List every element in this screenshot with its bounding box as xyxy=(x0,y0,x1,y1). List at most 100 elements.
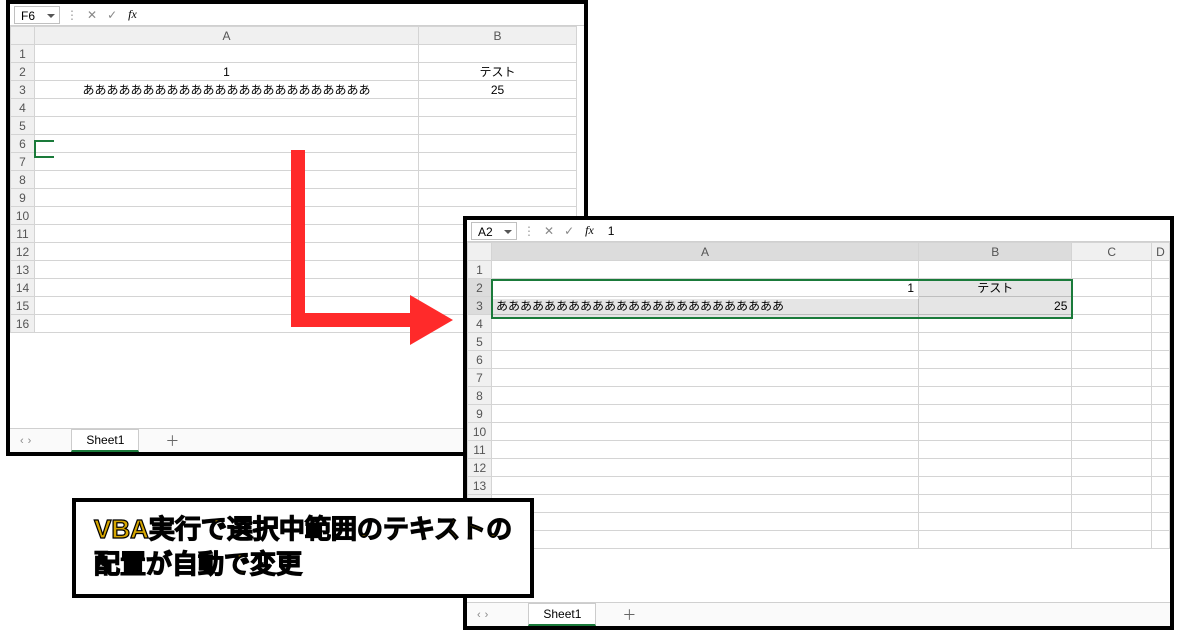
cell[interactable] xyxy=(491,531,918,549)
row-header[interactable]: 4 xyxy=(468,315,492,333)
cell[interactable] xyxy=(1151,459,1169,477)
cell[interactable] xyxy=(919,387,1072,405)
cell[interactable] xyxy=(1072,405,1152,423)
row-header[interactable]: 10 xyxy=(11,207,35,225)
cell[interactable] xyxy=(491,477,918,495)
col-header-A[interactable]: A xyxy=(35,27,419,45)
cell[interactable] xyxy=(35,189,419,207)
row-header[interactable]: 1 xyxy=(11,45,35,63)
grid-after[interactable]: A B C D 1 2 1 テスト 3 ああああああああああああああああああああ… xyxy=(467,242,1170,549)
prev-sheet-icon[interactable]: ‹ xyxy=(20,435,24,447)
cell[interactable] xyxy=(35,297,419,315)
row-header[interactable]: 13 xyxy=(11,261,35,279)
row-header[interactable]: 12 xyxy=(468,459,492,477)
row-header[interactable]: 2 xyxy=(468,279,492,297)
cell[interactable] xyxy=(1072,513,1152,531)
cell[interactable] xyxy=(1072,351,1152,369)
cell[interactable] xyxy=(35,279,419,297)
row-header[interactable]: 11 xyxy=(468,441,492,459)
cell[interactable] xyxy=(419,117,577,135)
row-header[interactable]: 9 xyxy=(468,405,492,423)
row-header[interactable]: 15 xyxy=(11,297,35,315)
row-header[interactable]: 1 xyxy=(468,261,492,279)
cell[interactable] xyxy=(35,315,419,333)
cell[interactable] xyxy=(1151,333,1169,351)
cell[interactable] xyxy=(491,261,918,279)
cell[interactable] xyxy=(919,477,1072,495)
cell[interactable] xyxy=(35,99,419,117)
cell[interactable] xyxy=(919,405,1072,423)
select-all-corner[interactable] xyxy=(468,243,492,261)
cell[interactable] xyxy=(1151,405,1169,423)
cell[interactable] xyxy=(419,171,577,189)
row-header[interactable]: 9 xyxy=(11,189,35,207)
cell[interactable]: テスト xyxy=(919,279,1072,297)
formula-value[interactable]: 1 xyxy=(602,224,615,238)
row-header[interactable]: 3 xyxy=(11,81,35,99)
cell[interactable] xyxy=(35,225,419,243)
row-header[interactable]: 14 xyxy=(11,279,35,297)
cell[interactable] xyxy=(35,153,419,171)
confirm-icon[interactable]: ✓ xyxy=(104,8,120,22)
cell[interactable] xyxy=(919,459,1072,477)
cell[interactable] xyxy=(1151,513,1169,531)
cell[interactable] xyxy=(1151,531,1169,549)
add-sheet-icon[interactable]: ＋ xyxy=(622,605,636,625)
cell[interactable] xyxy=(1151,261,1169,279)
cell[interactable] xyxy=(35,243,419,261)
cell[interactable] xyxy=(35,261,419,279)
add-sheet-icon[interactable]: ＋ xyxy=(165,431,179,451)
cell[interactable] xyxy=(1151,315,1169,333)
cell[interactable] xyxy=(491,369,918,387)
cell[interactable] xyxy=(1072,315,1152,333)
cell[interactable] xyxy=(1072,531,1152,549)
cell[interactable]: 25 xyxy=(919,297,1072,315)
row-header[interactable]: 4 xyxy=(11,99,35,117)
cell[interactable] xyxy=(919,315,1072,333)
fx-icon[interactable]: fx xyxy=(581,223,598,238)
cell[interactable] xyxy=(1072,441,1152,459)
cell[interactable] xyxy=(919,333,1072,351)
cell[interactable] xyxy=(1151,423,1169,441)
cell[interactable] xyxy=(491,333,918,351)
cell[interactable] xyxy=(919,351,1072,369)
row-header[interactable]: 5 xyxy=(468,333,492,351)
name-box[interactable]: A2 xyxy=(471,222,517,240)
cell[interactable] xyxy=(35,117,419,135)
cell[interactable] xyxy=(1072,333,1152,351)
row-header[interactable]: 5 xyxy=(11,117,35,135)
next-sheet-icon[interactable]: › xyxy=(28,435,32,447)
cell[interactable] xyxy=(35,45,419,63)
row-header[interactable]: 6 xyxy=(11,135,35,153)
col-header-A[interactable]: A xyxy=(491,243,918,261)
row-header[interactable]: 3 xyxy=(468,297,492,315)
cell[interactable] xyxy=(1072,279,1152,297)
cell[interactable] xyxy=(491,459,918,477)
cell[interactable]: 1 xyxy=(35,63,419,81)
cell[interactable] xyxy=(1151,351,1169,369)
cell[interactable] xyxy=(919,261,1072,279)
cell[interactable] xyxy=(919,513,1072,531)
cell[interactable] xyxy=(919,531,1072,549)
cell[interactable] xyxy=(35,171,419,189)
cell[interactable] xyxy=(419,99,577,117)
row-header[interactable]: 11 xyxy=(11,225,35,243)
cell[interactable] xyxy=(1072,423,1152,441)
cell[interactable] xyxy=(491,351,918,369)
cell[interactable]: テスト xyxy=(419,63,577,81)
cell[interactable] xyxy=(1151,369,1169,387)
cell[interactable] xyxy=(491,315,918,333)
row-header[interactable]: 7 xyxy=(11,153,35,171)
cell[interactable] xyxy=(491,495,918,513)
sheet-tab[interactable]: Sheet1 xyxy=(71,429,139,452)
cell[interactable] xyxy=(419,189,577,207)
cell[interactable] xyxy=(1072,477,1152,495)
cell[interactable] xyxy=(419,153,577,171)
col-header-B[interactable]: B xyxy=(919,243,1072,261)
row-header[interactable]: 6 xyxy=(468,351,492,369)
cell[interactable] xyxy=(919,441,1072,459)
cell[interactable] xyxy=(1151,441,1169,459)
cell[interactable] xyxy=(491,441,918,459)
cell[interactable] xyxy=(1151,495,1169,513)
cell[interactable] xyxy=(491,513,918,531)
